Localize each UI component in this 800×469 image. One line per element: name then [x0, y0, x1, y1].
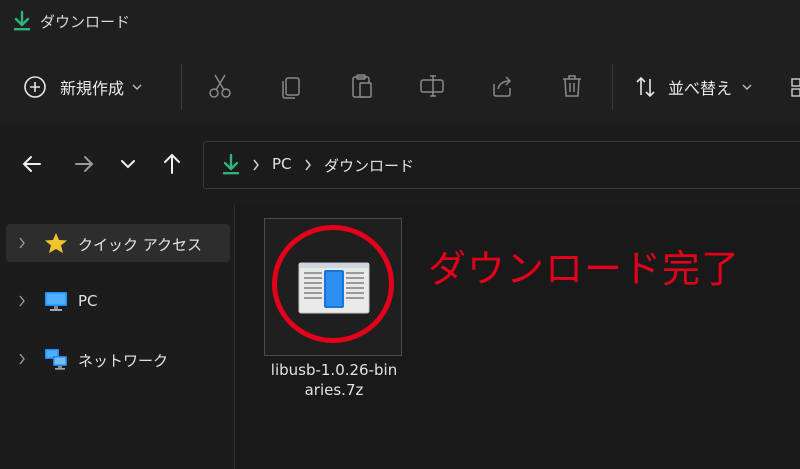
- breadcrumb-pc[interactable]: PC: [272, 155, 292, 173]
- download-icon: [14, 10, 30, 31]
- chevron-right-icon: [253, 159, 259, 171]
- copy-icon[interactable]: [278, 72, 306, 100]
- pc-icon: [45, 292, 67, 311]
- sidebar-item-label: ネットワーク: [78, 352, 169, 370]
- new-button[interactable]: 新規作成: [22, 70, 172, 104]
- chevron-right-icon[interactable]: [18, 353, 26, 365]
- forward-arrow-icon[interactable]: [72, 152, 96, 176]
- command-bar: 新規作成 並べ替え: [0, 44, 800, 125]
- sidebar-item-quick-access[interactable]: クイック アクセス: [6, 224, 230, 262]
- sidebar-item-label: クイック アクセス: [78, 236, 203, 254]
- window-title: ダウンロード: [40, 13, 131, 31]
- cut-icon[interactable]: [206, 72, 234, 100]
- chevron-right-icon[interactable]: [18, 237, 26, 249]
- breadcrumb-downloads[interactable]: ダウンロード: [324, 155, 414, 176]
- file-name-line: aries.7z: [304, 381, 364, 399]
- address-bar[interactable]: PC ダウンロード: [203, 141, 800, 189]
- back-arrow-icon[interactable]: [20, 152, 44, 176]
- sidebar-item-pc[interactable]: PC: [6, 282, 230, 320]
- delete-icon[interactable]: [558, 72, 586, 100]
- star-icon: [45, 233, 67, 253]
- chevron-right-icon: [305, 159, 311, 171]
- rename-icon[interactable]: [418, 72, 446, 100]
- file-name-label[interactable]: libusb-1.0.26-bin aries.7z: [254, 360, 414, 400]
- annotation-circle: [272, 225, 394, 343]
- network-icon: [45, 349, 67, 370]
- sort-button[interactable]: 並べ替え: [634, 70, 774, 104]
- chevron-down-icon: [132, 84, 142, 90]
- toolbar-separator: [181, 64, 182, 110]
- toolbar-separator: [612, 64, 613, 110]
- file-name-line: libusb-1.0.26-bin: [270, 361, 398, 379]
- up-arrow-icon[interactable]: [160, 152, 184, 176]
- sidebar-item-network[interactable]: ネットワーク: [6, 340, 230, 378]
- navigation-pane: クイック アクセス PC ネットワーク: [0, 204, 234, 469]
- download-icon: [223, 153, 239, 175]
- sidebar-item-label: PC: [78, 292, 98, 310]
- chevron-down-icon: [742, 84, 752, 90]
- sort-icon: [636, 76, 655, 98]
- sort-button-label: 並べ替え: [668, 79, 733, 98]
- navigation-bar: PC ダウンロード: [0, 124, 800, 204]
- plus-circle-icon: [24, 76, 46, 98]
- recent-locations-chevron-icon[interactable]: [116, 152, 140, 176]
- share-icon[interactable]: [488, 72, 516, 100]
- title-bar: ダウンロード: [0, 0, 800, 44]
- annotation-text: ダウンロード完了: [428, 247, 741, 291]
- paste-icon[interactable]: [348, 72, 376, 100]
- view-icon[interactable]: [790, 70, 800, 104]
- chevron-right-icon[interactable]: [18, 295, 26, 307]
- new-button-label: 新規作成: [60, 79, 125, 98]
